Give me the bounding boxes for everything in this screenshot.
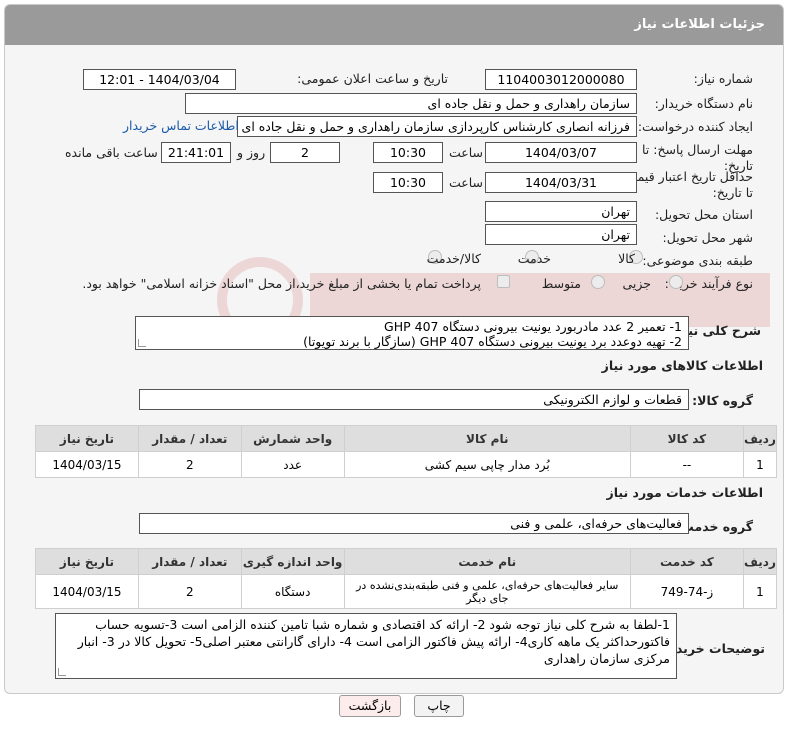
goods-group-field: قطعات و لوازم الکترونیکی [139,389,689,410]
column-header: واحد اندازه گیری [240,548,345,575]
announce-field: 1404/03/04 - 12:01 [83,69,236,90]
table-cell: 2 [137,451,242,478]
remaining-time-field: 21:41:01 [161,142,231,163]
panel-header: جزئیات اطلاعات نیاز [5,5,783,45]
city-label: شهر محل تحویل: [662,230,753,245]
goods-group-label: گروه کالا: [692,393,753,408]
deadline-time-field: 10:30 [373,142,443,163]
table-row: 1 -- بُرد مدار چاپی سیم کشی عدد 2 1404/0… [35,451,778,478]
table-row: 1 ز-74-749 سایر فعالیت‌های حرفه‌ای، علمی… [35,574,778,609]
buyer-notes-textarea[interactable]: 1-لطفا به شرح کلی نیاز توجه شود 2- ارائه… [55,613,677,679]
need-details-panel: جزئیات اطلاعات نیاز شماره نیاز: 11040030… [4,4,784,694]
table-cell: دستگاه [240,574,345,609]
category-label: طبقه بندی موضوعی: [642,253,753,268]
column-header: ردیف [742,548,778,575]
process-radio-medium[interactable] [591,275,605,289]
need-number-field: 1104003012000080 [485,69,637,90]
city-field: تهران [485,224,637,245]
process-option-minor: جزیی [622,276,651,291]
column-header: نام کالا [343,425,631,452]
services-section-title: اطلاعات خدمات مورد نیاز [606,485,764,500]
days-label: روز و [237,145,266,160]
table-cell: عدد [240,451,345,478]
buyer-org-field: سازمان راهداری و حمل و نقل جاده ای [185,93,637,114]
payment-note: پرداخت تمام یا بخشی از مبلغ خرید،از محل … [82,276,481,291]
column-header: نام خدمت [343,548,631,575]
table-cell: سایر فعالیت‌های حرفه‌ای، علمی و فنی طبقه… [343,574,631,609]
table-cell: 2 [137,574,242,609]
table-cell: 1404/03/15 [35,451,139,478]
services-group-field: فعالیت‌های حرفه‌ای، علمی و فنی [139,513,689,534]
column-header: تعداد / مقدار [137,548,242,575]
price-validity-date-field: 1404/03/31 [485,172,637,193]
price-validity-time-field: 10:30 [373,172,443,193]
price-validity-time-label: ساعت [448,175,483,190]
table-cell: بُرد مدار چاپی سیم کشی [343,451,631,478]
column-header: کد خدمت [629,548,744,575]
province-field: تهران [485,201,637,222]
goods-section-title: اطلاعات کالاهای مورد نیاز [601,358,763,373]
process-option-medium: متوسط [541,276,581,291]
page-title: جزئیات اطلاعات نیاز [634,17,765,32]
table-cell: -- [629,451,744,478]
requester-field: فرزانه انصاری کارشناس کارپردازی سازمان ر… [237,116,637,137]
back-button[interactable]: بازگشت [339,695,401,717]
column-header: واحد شمارش [240,425,345,452]
column-header: ردیف [742,425,778,452]
column-header: تاریخ نیاز [35,548,139,575]
table-cell: 1 [742,451,778,478]
goods-table: ردیف کد کالا نام کالا واحد شمارش تعداد /… [35,425,778,478]
province-label: استان محل تحویل: [654,207,753,222]
column-header: تعداد / مقدار [137,425,242,452]
deadline-date-field: 1404/03/07 [485,142,637,163]
column-header: کد کالا [629,425,744,452]
table-cell: 1 [742,574,778,609]
contact-info-link[interactable]: اطلاعات تماس خریدار [123,118,239,133]
announce-label: تاریخ و ساعت اعلان عمومی: [297,71,448,86]
description-textarea[interactable]: 1- تعمیر 2 عدد مادربورد یونیت بیرونی دست… [135,316,689,350]
description-line-1: 1- تعمیر 2 عدد مادربورد یونیت بیرونی دست… [384,319,682,334]
table-cell: 1404/03/15 [35,574,139,609]
need-number-label: شماره نیاز: [693,71,753,86]
category-option-goods: کالا [618,251,635,266]
table-cell: ز-74-749 [629,574,744,609]
goods-table-header: ردیف کد کالا نام کالا واحد شمارش تعداد /… [35,425,778,452]
resize-grip-icon[interactable] [138,339,146,347]
process-radio-minor[interactable] [669,275,683,289]
remaining-time-label: ساعت باقی مانده [65,145,158,160]
resize-grip-icon[interactable] [58,668,66,676]
treasury-payment-checkbox[interactable] [497,275,510,288]
services-table-header: ردیف کد خدمت نام خدمت واحد اندازه گیری ت… [35,548,778,575]
services-table: ردیف کد خدمت نام خدمت واحد اندازه گیری ت… [35,548,778,609]
category-option-goods-service: کالا/خدمت [426,251,481,266]
column-header: تاریخ نیاز [35,425,139,452]
deadline-time-label: ساعت [448,145,483,160]
description-line-2: 2- تهیه دوعدد برد یونیت بیرونی دستگاه GH… [303,334,682,349]
days-field: 2 [270,142,340,163]
category-option-service: خدمت [517,251,551,266]
price-validity-label: حداقل تاریخ اعتبار قیمت: تا تاریخ: [621,169,753,200]
buyer-notes-text: 1-لطفا به شرح کلی نیاز توجه شود 2- ارائه… [77,617,670,666]
buyer-org-label: نام دستگاه خریدار: [654,96,753,111]
print-button[interactable]: چاپ [414,695,464,717]
requester-label: ایجاد کننده درخواست: [637,119,753,134]
